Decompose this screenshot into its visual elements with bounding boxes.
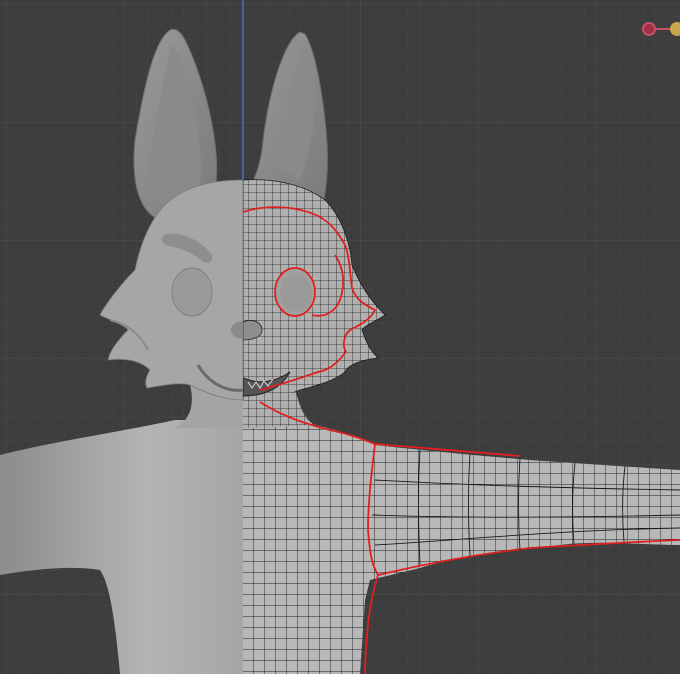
3d-viewport[interactable] — [0, 0, 680, 674]
y-axis-icon[interactable] — [670, 22, 680, 36]
wireframe-half — [243, 31, 680, 674]
right-arm-wire — [243, 415, 680, 674]
eye-socket — [171, 267, 213, 317]
left-arm — [0, 415, 243, 674]
navigation-gizmo[interactable] — [640, 18, 680, 42]
character-model[interactable] — [0, 0, 680, 674]
x-axis-icon[interactable] — [642, 22, 656, 36]
head — [99, 179, 243, 401]
